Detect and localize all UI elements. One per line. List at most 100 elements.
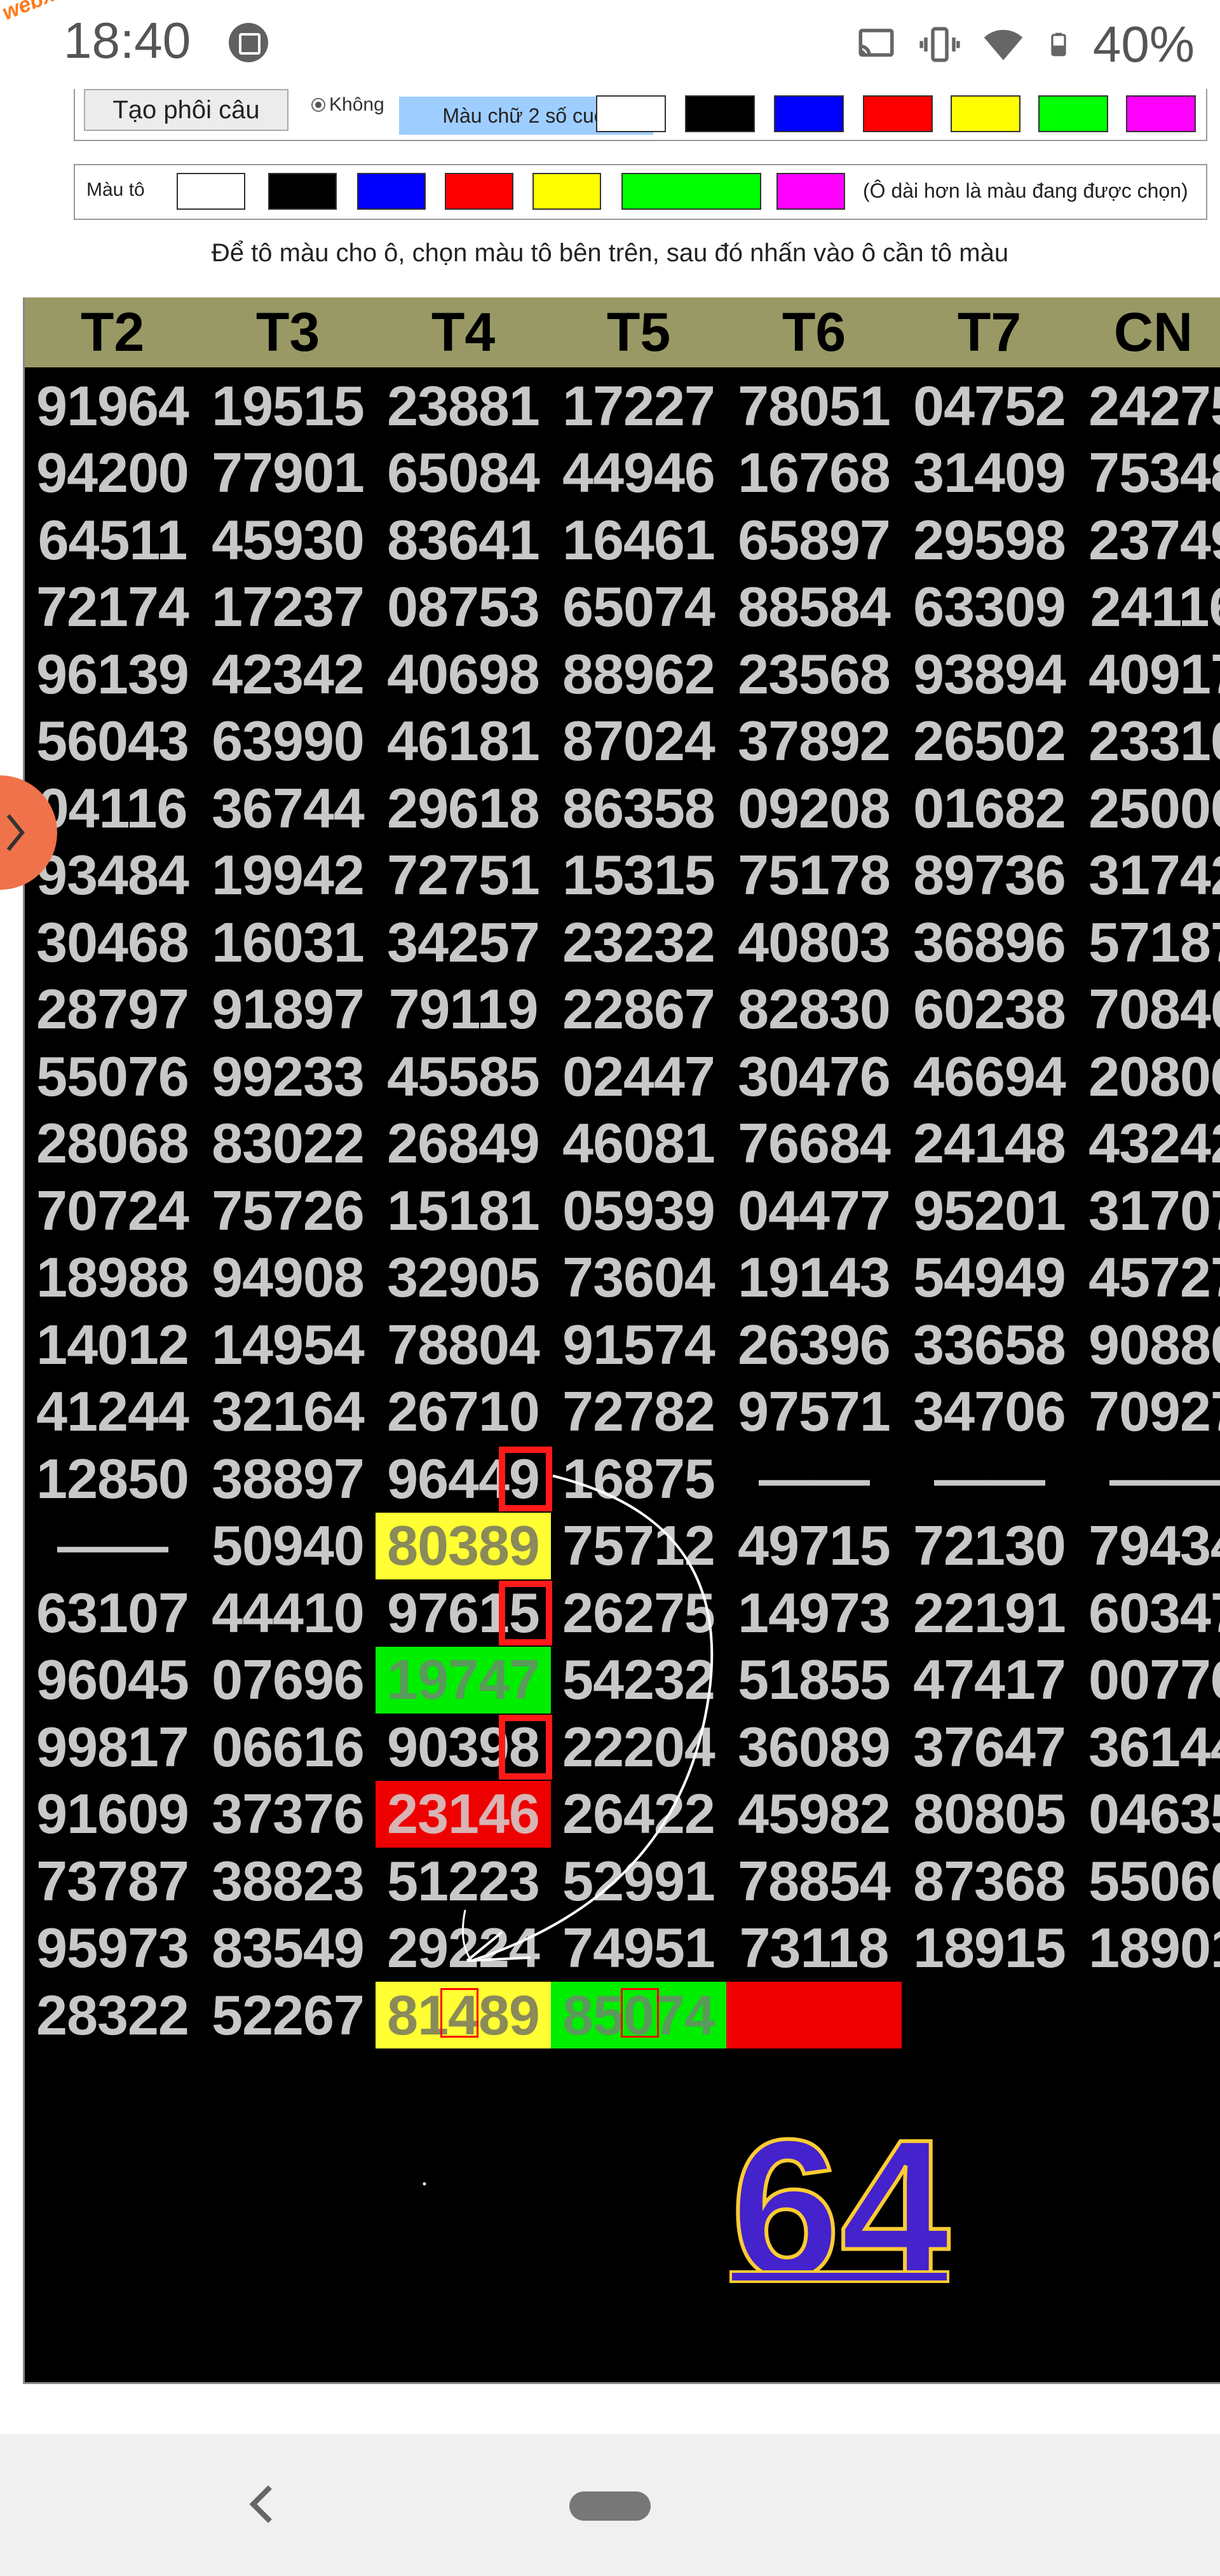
table-cell[interactable]: 40803: [726, 909, 902, 976]
table-cell[interactable]: 14012: [25, 1311, 200, 1378]
table-cell[interactable]: 29618: [376, 775, 551, 842]
text-color-swatch[interactable]: [685, 95, 755, 132]
table-cell[interactable]: 19942: [200, 842, 376, 909]
table-cell[interactable]: 83022: [200, 1110, 376, 1177]
text-color-swatch[interactable]: [596, 95, 666, 132]
table-cell[interactable]: 31742: [1077, 842, 1220, 909]
table-cell[interactable]: 04477: [726, 1177, 902, 1244]
table-cell[interactable]: 79434: [1077, 1513, 1220, 1579]
table-cell[interactable]: 45585: [376, 1043, 551, 1110]
table-cell[interactable]: 16768: [726, 440, 902, 507]
table-cell[interactable]: 73604: [551, 1244, 726, 1311]
table-cell[interactable]: 80389: [376, 1512, 551, 1579]
table-cell[interactable]: 18988: [25, 1244, 200, 1311]
table-cell[interactable]: 19515: [200, 372, 376, 439]
table-cell[interactable]: 63990: [200, 708, 376, 775]
table-cell[interactable]: 16031: [200, 909, 376, 976]
table-cell[interactable]: 97571: [726, 1379, 902, 1445]
fill-color-swatch[interactable]: [268, 173, 337, 210]
table-cell[interactable]: 29224: [376, 1915, 551, 1982]
table-cell[interactable]: 30468: [25, 909, 200, 976]
table-cell[interactable]: 36144: [1077, 1714, 1220, 1780]
table-cell[interactable]: 46081: [551, 1110, 726, 1177]
table-cell[interactable]: 33658: [902, 1311, 1077, 1378]
table-cell[interactable]: 43242: [1077, 1110, 1220, 1177]
text-color-swatch[interactable]: [1038, 95, 1108, 132]
table-cell[interactable]: 28322: [25, 1982, 200, 2048]
table-cell[interactable]: 91897: [200, 976, 376, 1043]
table-cell[interactable]: 40917: [1077, 641, 1220, 707]
table-cell[interactable]: 54232: [551, 1647, 726, 1714]
table-cell[interactable]: 72751: [376, 842, 551, 909]
table-cell[interactable]: 23881: [376, 372, 551, 439]
table-cell[interactable]: 88962: [551, 641, 726, 707]
table-cell[interactable]: 45982: [726, 1781, 902, 1848]
table-cell[interactable]: 95201: [902, 1177, 1077, 1244]
table-cell[interactable]: 52991: [551, 1848, 726, 1914]
fill-color-swatch[interactable]: [532, 173, 601, 210]
table-cell[interactable]: 99233: [200, 1043, 376, 1110]
table-cell[interactable]: 96139: [25, 641, 200, 707]
table-cell[interactable]: ——: [726, 1445, 902, 1512]
table-cell[interactable]: 00776: [1077, 1647, 1220, 1714]
table-cell[interactable]: 75712: [551, 1513, 726, 1579]
table-cell[interactable]: 42342: [200, 641, 376, 707]
table-cell[interactable]: 20806: [1077, 1043, 1220, 1110]
table-cell[interactable]: 41244: [25, 1379, 200, 1445]
table-cell[interactable]: 79119: [376, 976, 551, 1043]
table-cell[interactable]: 56043: [25, 708, 200, 775]
table-cell[interactable]: 23146: [376, 1780, 551, 1848]
table-cell[interactable]: 60347: [1077, 1579, 1220, 1646]
table-cell[interactable]: ——: [902, 1445, 1077, 1512]
table-cell[interactable]: 90880: [1077, 1311, 1220, 1378]
table-cell[interactable]: 83549: [200, 1915, 376, 1982]
table-cell[interactable]: 94200: [25, 440, 200, 507]
table-cell[interactable]: 24116: [1077, 574, 1220, 641]
table-cell[interactable]: 36089: [726, 1714, 902, 1780]
home-pill[interactable]: [569, 2491, 651, 2521]
table-cell[interactable]: 23749: [1077, 507, 1220, 573]
table-cell[interactable]: 31707: [1077, 1177, 1220, 1244]
table-cell[interactable]: 34706: [902, 1379, 1077, 1445]
table-cell[interactable]: 70724: [25, 1177, 200, 1244]
table-cell[interactable]: 15315: [551, 842, 726, 909]
table-cell[interactable]: 38823: [200, 1848, 376, 1914]
table-cell[interactable]: 57187: [1077, 909, 1220, 976]
text-color-swatch[interactable]: [774, 95, 844, 132]
table-cell[interactable]: 47417: [902, 1647, 1077, 1714]
table-cell[interactable]: 72174: [25, 574, 200, 641]
table-cell[interactable]: 83641: [376, 507, 551, 573]
table-cell[interactable]: [726, 1982, 902, 2048]
table-cell[interactable]: 29598: [902, 507, 1077, 573]
table-cell[interactable]: 70840: [1077, 976, 1220, 1043]
table-cell[interactable]: 32905: [376, 1244, 551, 1311]
table-cell[interactable]: 55076: [25, 1043, 200, 1110]
table-cell[interactable]: 14973: [726, 1579, 902, 1646]
table-cell[interactable]: 36896: [902, 909, 1077, 976]
table-cell[interactable]: 94908: [200, 1244, 376, 1311]
table-cell[interactable]: 18915: [902, 1915, 1077, 1982]
table-cell[interactable]: 06616: [200, 1714, 376, 1780]
table-cell[interactable]: 23310: [1077, 708, 1220, 775]
fill-color-swatch[interactable]: [177, 173, 245, 210]
table-cell[interactable]: 02447: [551, 1043, 726, 1110]
table-cell[interactable]: 26275: [551, 1579, 726, 1646]
table-cell[interactable]: 63107: [25, 1579, 200, 1646]
table-cell[interactable]: 78854: [726, 1848, 902, 1914]
table-cell[interactable]: 32164: [200, 1379, 376, 1445]
table-cell[interactable]: 65074: [551, 574, 726, 641]
table-cell[interactable]: 30476: [726, 1043, 902, 1110]
table-cell[interactable]: 09208: [726, 775, 902, 842]
back-icon[interactable]: [241, 2479, 286, 2530]
table-cell[interactable]: 51223: [376, 1848, 551, 1914]
table-cell[interactable]: 08753: [376, 574, 551, 641]
table-cell[interactable]: 96045: [25, 1647, 200, 1714]
table-cell[interactable]: 46181: [376, 708, 551, 775]
table-cell[interactable]: 54949: [902, 1244, 1077, 1311]
create-button[interactable]: Tạo phôi câu: [84, 89, 288, 131]
table-cell[interactable]: 45727: [1077, 1244, 1220, 1311]
table-cell[interactable]: 19143: [726, 1244, 902, 1311]
table-cell[interactable]: 07696: [200, 1647, 376, 1714]
table-cell[interactable]: 78804: [376, 1311, 551, 1378]
table-cell[interactable]: 78051: [726, 372, 902, 439]
